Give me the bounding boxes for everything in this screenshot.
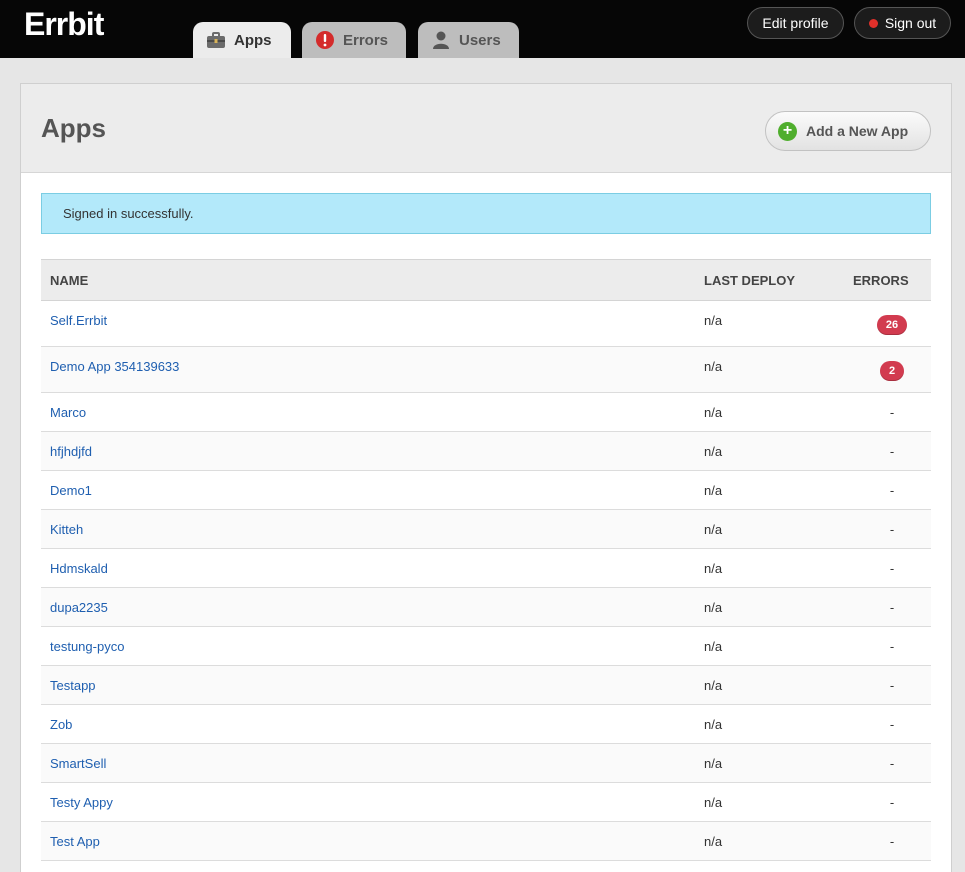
error-count-cell <box>853 860 931 872</box>
app-link[interactable]: Testy Appy <box>50 795 113 810</box>
error-count-cell: - <box>853 626 931 666</box>
app-link[interactable]: Demo App 354139633 <box>50 359 179 374</box>
flash-notice: Signed in successfully. <box>41 193 931 234</box>
column-header-name: NAME <box>41 259 703 301</box>
table-header-row: NAME LAST DEPLOY ERRORS <box>41 259 931 301</box>
column-header-last-deploy: LAST DEPLOY <box>703 259 853 301</box>
last-deploy-cell: n/a <box>703 821 853 861</box>
table-row: Test App n/a - <box>41 821 931 861</box>
error-count-cell: - <box>853 548 931 588</box>
last-deploy-cell: n/a <box>703 300 853 347</box>
app-link[interactable]: dupa2235 <box>50 600 108 615</box>
last-deploy-cell: n/a <box>703 346 853 393</box>
edit-profile-button[interactable]: Edit profile <box>747 7 844 39</box>
tab-apps-label: Apps <box>234 31 272 49</box>
table-row <box>41 860 931 872</box>
error-count-cell: - <box>853 704 931 744</box>
top-navigation-bar: Errbit Apps Errors Users Edit profile Si… <box>0 0 965 58</box>
tab-apps[interactable]: Apps <box>193 22 291 58</box>
error-count-cell: - <box>853 743 931 783</box>
alert-icon <box>314 29 336 51</box>
panel-header: Apps + Add a New App <box>21 84 951 173</box>
table-row: Marco n/a - <box>41 392 931 432</box>
table-row: Zob n/a - <box>41 704 931 744</box>
user-icon <box>430 29 452 51</box>
tab-errors[interactable]: Errors <box>302 22 406 58</box>
last-deploy-cell: n/a <box>703 587 853 627</box>
tab-errors-label: Errors <box>343 31 389 49</box>
column-header-errors: ERRORS <box>853 259 931 301</box>
briefcase-icon <box>205 29 227 51</box>
error-count-cell: - <box>853 665 931 705</box>
sign-out-label: Sign out <box>884 15 937 31</box>
apps-table: NAME LAST DEPLOY ERRORS Self.Errbit n/a … <box>41 259 931 872</box>
app-link[interactable]: testung-pyco <box>50 639 124 654</box>
add-new-app-button[interactable]: + Add a New App <box>765 111 931 151</box>
last-deploy-cell <box>703 860 853 872</box>
error-count-cell: - <box>853 470 931 510</box>
app-link[interactable]: Test App <box>50 834 100 849</box>
last-deploy-cell: n/a <box>703 509 853 549</box>
app-link[interactable]: Testapp <box>50 678 96 693</box>
last-deploy-cell: n/a <box>703 782 853 822</box>
error-count-badge[interactable]: 26 <box>876 315 908 335</box>
app-link[interactable]: Zob <box>50 717 72 732</box>
last-deploy-cell: n/a <box>703 704 853 744</box>
last-deploy-cell: n/a <box>703 626 853 666</box>
tab-users-label: Users <box>459 31 501 49</box>
error-count-cell: - <box>853 509 931 549</box>
last-deploy-cell: n/a <box>703 392 853 432</box>
last-deploy-cell: n/a <box>703 665 853 705</box>
app-link[interactable]: Kitteh <box>50 522 83 537</box>
table-row: Hdmskald n/a - <box>41 548 931 588</box>
last-deploy-cell: n/a <box>703 548 853 588</box>
app-link[interactable]: hfjhdjfd <box>50 444 92 459</box>
error-count-cell: - <box>853 392 931 432</box>
last-deploy-cell: n/a <box>703 431 853 471</box>
tab-users[interactable]: Users <box>418 22 519 58</box>
error-count-cell: - <box>853 821 931 861</box>
add-new-app-label: Add a New App <box>806 123 909 139</box>
table-row: Testy Appy n/a - <box>41 782 931 822</box>
last-deploy-cell: n/a <box>703 743 853 783</box>
apps-panel: Apps + Add a New App Signed in successfu… <box>20 83 952 872</box>
app-link[interactable]: Demo1 <box>50 483 92 498</box>
table-row: Demo App 354139633 n/a 2 <box>41 346 931 393</box>
app-link[interactable]: Self.Errbit <box>50 313 107 328</box>
sign-out-button[interactable]: Sign out <box>854 7 951 39</box>
error-count-badge[interactable]: 2 <box>879 361 905 381</box>
table-row: Kitteh n/a - <box>41 509 931 549</box>
error-count-cell: - <box>853 431 931 471</box>
table-row: dupa2235 n/a - <box>41 587 931 627</box>
plus-icon: + <box>778 121 797 141</box>
table-row: Testapp n/a - <box>41 665 931 705</box>
page-title: Apps <box>41 113 106 143</box>
last-deploy-cell: n/a <box>703 470 853 510</box>
app-link[interactable]: Hdmskald <box>50 561 108 576</box>
table-row: testung-pyco n/a - <box>41 626 931 666</box>
errbit-logo[interactable]: Errbit <box>24 6 104 43</box>
app-link[interactable]: SmartSell <box>50 756 106 771</box>
error-count-cell: - <box>853 587 931 627</box>
table-row: Demo1 n/a - <box>41 470 931 510</box>
sign-out-dot-icon <box>868 18 878 28</box>
table-row: hfjhdjfd n/a - <box>41 431 931 471</box>
table-row: Self.Errbit n/a 26 <box>41 300 931 347</box>
table-row: SmartSell n/a - <box>41 743 931 783</box>
app-link[interactable]: Marco <box>50 405 86 420</box>
error-count-cell: - <box>853 782 931 822</box>
